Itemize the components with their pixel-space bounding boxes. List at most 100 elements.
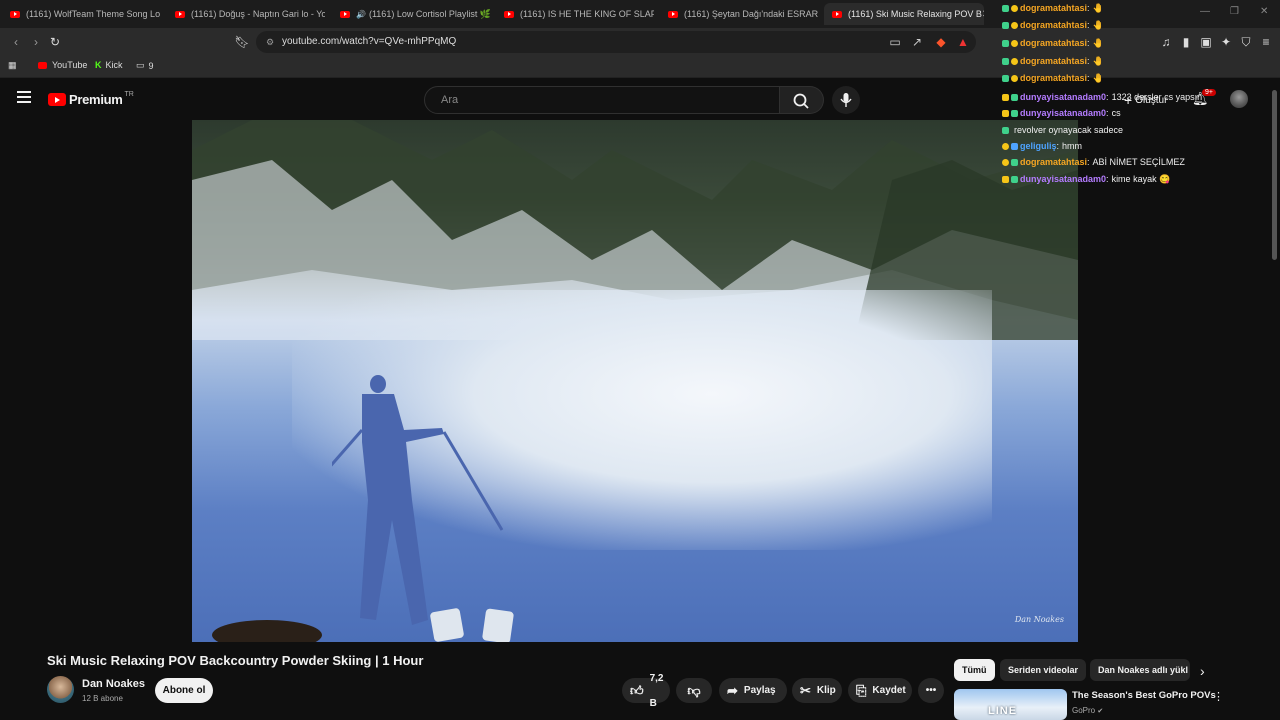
- cast-icon[interactable]: ▭: [887, 34, 903, 50]
- search-input[interactable]: Ara: [424, 86, 780, 114]
- crown-badge-icon: [1002, 175, 1009, 183]
- thumbs-down-icon: 👎︎: [687, 683, 701, 698]
- badge-icon: [1002, 158, 1009, 166]
- share-button[interactable]: ➦ Paylaş: [719, 678, 787, 703]
- recommendation-thumbnail[interactable]: LINE: [954, 689, 1067, 720]
- clip-button[interactable]: ✂ Klip: [792, 678, 842, 703]
- browser-tab[interactable]: (1161) WolfTeam Theme Song Lobby: [10, 3, 160, 25]
- skier-glove: [212, 620, 322, 642]
- bookmark-kick[interactable]: K Kick: [95, 60, 123, 70]
- back-icon[interactable]: ‹: [8, 34, 24, 50]
- save-button[interactable]: ⎘ Kaydet: [848, 678, 912, 703]
- more-vertical-icon[interactable]: ⋮: [1213, 690, 1224, 703]
- microphone-icon: [840, 93, 852, 107]
- subscribe-button[interactable]: Abone ol: [155, 678, 213, 703]
- youtube-favicon-icon: [340, 10, 350, 18]
- chat-message: dogramatahtasi: ABİ NİMET SEÇİLMEZ: [1002, 155, 1185, 169]
- youtube-favicon-icon: [175, 10, 185, 18]
- subscriber-count: 12 B abone: [82, 694, 123, 703]
- youtube-favicon-icon: [832, 10, 842, 18]
- reload-icon[interactable]: ↻: [47, 34, 63, 50]
- kick-icon: K: [95, 60, 102, 70]
- more-actions-button[interactable]: •••: [918, 678, 944, 703]
- video-title: Ski Music Relaxing POV Backcountry Powde…: [47, 653, 424, 668]
- bookmark-icon[interactable]: 🔖︎: [234, 34, 250, 50]
- forward-icon[interactable]: ›: [28, 34, 44, 50]
- crown-badge-icon: [1002, 93, 1009, 101]
- badge-icon: [1011, 175, 1018, 183]
- skier-shadow: [332, 375, 504, 625]
- youtube-logo-icon: [48, 93, 66, 106]
- share-icon: ➦: [727, 683, 738, 698]
- badge-icon: [1011, 142, 1018, 150]
- youtube-favicon-icon: [668, 10, 678, 18]
- chat-message: dogramatahtasi: 🤚: [1002, 18, 1104, 32]
- badge-icon: [1011, 109, 1018, 117]
- brave-shield-icon[interactable]: ◆: [933, 34, 949, 50]
- thumbs-up-icon: 👍︎: [630, 683, 644, 698]
- chip-channel-uploads[interactable]: Dan Noakes adlı yükl: [1090, 659, 1190, 681]
- ski-tip-left: [429, 607, 465, 642]
- address-bar[interactable]: youtube.com/watch?v=QVe-mhPPqMQ: [256, 31, 976, 53]
- badge-icon: [1011, 93, 1018, 101]
- chat-message: dunyayisatanadam0:1323 dersler cs yapsın: [1002, 90, 1202, 104]
- badge-icon: [1002, 57, 1009, 65]
- site-info-icon[interactable]: ⚙: [262, 34, 278, 50]
- hamburger-menu-icon[interactable]: [17, 91, 31, 103]
- chip-all[interactable]: Tümü: [954, 659, 995, 681]
- badge-icon: [1011, 21, 1018, 29]
- bookmark-youtube[interactable]: YouTube: [38, 60, 87, 70]
- browser-tab[interactable]: (1161) IS HE THE KING OF SLAP FIGH: [504, 3, 654, 25]
- badge-icon: [1002, 21, 1009, 29]
- search-button[interactable]: [780, 86, 824, 114]
- chat-message: dogramatahtasi: 🤚: [1002, 1, 1104, 15]
- recommendation-title[interactable]: The Season's Best GoPro POVs: [1072, 690, 1216, 701]
- chat-message: dunyayisatanadam0: cs: [1002, 106, 1121, 120]
- youtube-favicon-icon: [10, 10, 20, 18]
- chat-message: geliguliş: hmm: [1002, 139, 1082, 153]
- crown-badge-icon: [1002, 109, 1009, 117]
- chat-message: dogramatahtasi: 🤚: [1002, 54, 1104, 68]
- apps-icon[interactable]: ▦: [8, 60, 17, 71]
- badge-icon: [1011, 4, 1018, 12]
- chevron-right-icon[interactable]: ›: [1200, 663, 1205, 679]
- badge-icon: [1011, 74, 1018, 82]
- chat-message: dogramatahtasi: 🤚: [1002, 36, 1104, 50]
- ski-tip-right: [481, 608, 515, 642]
- recommendation-channel: GoPro ✔: [1072, 706, 1104, 715]
- badge-icon: [1002, 142, 1009, 150]
- badge-icon: [1011, 158, 1018, 166]
- youtube-logo[interactable]: Premium TR: [48, 91, 134, 107]
- share-page-icon[interactable]: ↗: [909, 34, 925, 50]
- scrollbar-thumb[interactable]: [1272, 90, 1277, 260]
- close-tab-icon[interactable]: ✕: [982, 9, 984, 20]
- scissors-icon: ✂: [800, 683, 811, 698]
- browser-tab-active[interactable]: (1161) Ski Music Relaxing POV B✕: [824, 3, 984, 25]
- voice-search-button[interactable]: [832, 86, 860, 114]
- bookmark-folder[interactable]: ▭ 9: [136, 60, 154, 71]
- badge-icon: [1002, 74, 1009, 82]
- like-button[interactable]: 👍︎ 7,2 B: [622, 673, 670, 709]
- browser-tab[interactable]: (1161) Doğuş - Naptın Gari lo - YouT: [175, 3, 325, 25]
- save-playlist-icon: ⎘: [856, 683, 867, 698]
- chat-message: dunyayisatanadam0: kime kayak 😋: [1002, 172, 1170, 186]
- channel-name[interactable]: Dan Noakes: [82, 678, 145, 690]
- folder-icon: ▭: [136, 60, 145, 70]
- youtube-favicon-icon: [38, 61, 47, 69]
- dislike-button[interactable]: 👎︎: [676, 678, 712, 703]
- badge-icon: [1011, 57, 1018, 65]
- chat-message: revolver oynayacak sadece: [1002, 123, 1123, 137]
- browser-tab[interactable]: (1161) Şeytan Dağı'ndaki ESRARENG: [668, 3, 818, 25]
- badge-icon: [1002, 126, 1009, 134]
- channel-avatar[interactable]: [47, 676, 74, 703]
- verified-icon: ✔: [1097, 708, 1104, 715]
- badge-icon: [1011, 39, 1018, 47]
- video-player[interactable]: Dan Noakes: [192, 120, 1078, 642]
- brave-rewards-icon[interactable]: ▲: [955, 34, 971, 50]
- youtube-favicon-icon: [504, 10, 514, 18]
- browser-tab[interactable]: 🔊 (1161) Low Cortisol Playlist 🌿😊: [340, 3, 490, 25]
- chip-series[interactable]: Seriden videolar: [1000, 659, 1087, 681]
- badge-icon: [1002, 4, 1009, 12]
- search-icon: [793, 93, 809, 109]
- more-horizontal-icon: •••: [925, 685, 937, 696]
